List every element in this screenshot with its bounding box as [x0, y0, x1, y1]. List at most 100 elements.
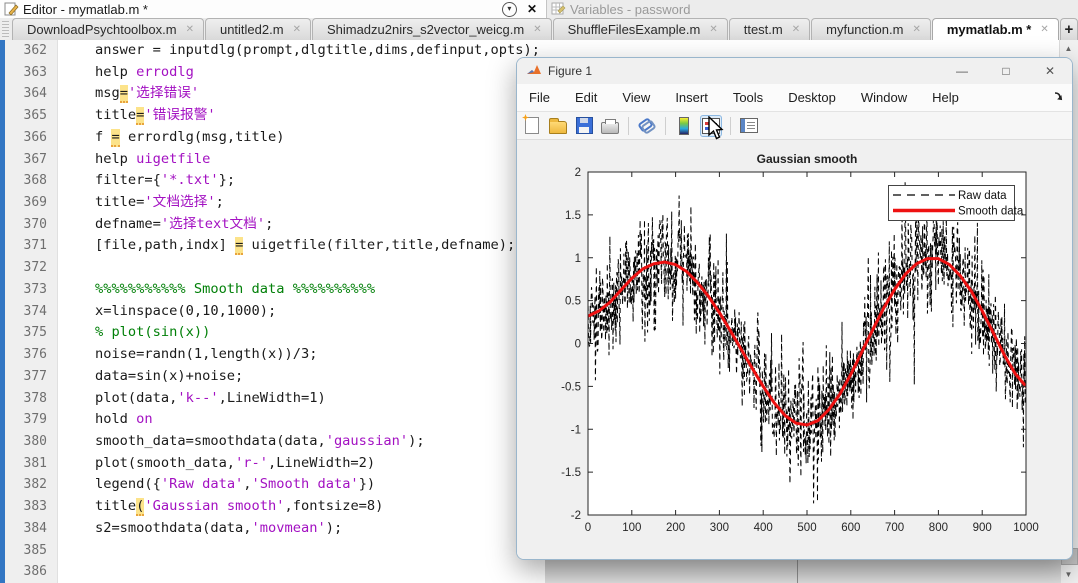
line-number[interactable]: 370 [5, 214, 57, 236]
line-number[interactable]: 366 [5, 127, 57, 149]
open-file-button[interactable] [548, 116, 568, 136]
tab-close-icon[interactable]: ✕ [293, 24, 301, 35]
new-figure-button[interactable] [522, 116, 542, 136]
line-number[interactable]: 385 [5, 540, 57, 562]
file-tab[interactable]: untitled2.m✕ [205, 18, 311, 40]
new-tab-button[interactable]: + [1060, 18, 1078, 40]
file-tab[interactable]: myfunction.m✕ [811, 18, 931, 40]
line-number[interactable]: 380 [5, 431, 57, 453]
menu-pullright-icon[interactable] [1054, 92, 1065, 102]
tab-label: ShuffleFilesExample.m [568, 22, 701, 37]
figure-window[interactable]: Figure 1 — □ ✕ File Edit View Insert Tools De… [516, 57, 1073, 560]
file-tab[interactable]: Shimadzu2nirs_s2vector_weicg.m ✕ [312, 18, 552, 40]
panel-strip-actions: ▾ ✕ [502, 2, 537, 17]
code-token: errordlg(msg,title) [120, 129, 285, 145]
tab-close-icon[interactable]: ✕ [792, 24, 800, 35]
svg-text:800: 800 [929, 522, 948, 534]
code-token: uigetfile [136, 151, 210, 167]
open-file-icon [549, 121, 567, 134]
line-number[interactable]: 381 [5, 453, 57, 475]
panel-close-icon[interactable]: ✕ [527, 2, 537, 16]
svg-text:200: 200 [666, 522, 685, 534]
svg-text:1: 1 [575, 253, 581, 265]
line-number[interactable]: 379 [5, 409, 57, 431]
tab-close-icon[interactable]: ✕ [709, 24, 717, 35]
code-token: hold [62, 411, 136, 427]
code-token: plot(smooth_data, [62, 455, 235, 471]
tab-close-icon[interactable]: ✕ [912, 24, 920, 35]
tab-close-icon[interactable]: ✕ [1040, 24, 1048, 35]
code-token: ,fontsize=8) [285, 498, 384, 514]
menu-window[interactable]: Window [861, 90, 907, 105]
link-plot-button[interactable] [637, 116, 657, 136]
mouse-cursor-icon [708, 116, 726, 142]
svg-text:Smooth data: Smooth data [958, 206, 1024, 218]
tab-close-icon[interactable]: ✕ [186, 24, 194, 35]
file-tab[interactable]: DownloadPsychtoolbox.m ✕ [12, 18, 204, 40]
figure-titlebar[interactable]: Figure 1 — □ ✕ [517, 58, 1072, 84]
line-number[interactable]: 367 [5, 149, 57, 171]
scrollbar-up-icon[interactable]: ▲ [1060, 40, 1077, 57]
line-number[interactable]: 386 [5, 561, 57, 583]
panel-menu-icon[interactable]: ▾ [502, 2, 517, 17]
minimize-button[interactable]: — [940, 58, 984, 84]
file-tab[interactable]: ttest.m✕ [729, 18, 810, 40]
figure-window-title: Figure 1 [548, 64, 592, 78]
property-inspector-button[interactable] [739, 116, 759, 136]
variables-panel-titlebar[interactable]: Variables - password [546, 0, 1078, 19]
code-token: '选择错误' [128, 85, 199, 101]
menu-desktop[interactable]: Desktop [788, 90, 836, 105]
menu-tools[interactable]: Tools [733, 90, 763, 105]
variables-panel-title: Variables - password [570, 2, 690, 17]
line-number[interactable]: 384 [5, 518, 57, 540]
code-token: errodlg [136, 64, 194, 80]
line-number[interactable]: 371 [5, 235, 57, 257]
editor-pencil-icon [4, 2, 19, 16]
tabbar-grip[interactable] [2, 21, 9, 39]
line-number[interactable]: 365 [5, 105, 57, 127]
menu-insert[interactable]: Insert [675, 90, 708, 105]
menu-edit[interactable]: Edit [575, 90, 597, 105]
close-button[interactable]: ✕ [1028, 58, 1072, 84]
line-number[interactable]: 378 [5, 388, 57, 410]
line-number[interactable]: 383 [5, 496, 57, 518]
file-tab[interactable]: mymatlab.m *✕ [932, 18, 1059, 40]
print-figure-button[interactable] [600, 116, 620, 136]
scrollbar-down-icon[interactable]: ▼ [1060, 566, 1077, 583]
line-number[interactable]: 369 [5, 192, 57, 214]
line-number[interactable]: 364 [5, 83, 57, 105]
line-number[interactable]: 372 [5, 257, 57, 279]
code-token: 'movmean' [252, 520, 326, 536]
code-token: ; [265, 216, 273, 232]
save-figure-button[interactable] [574, 116, 594, 136]
code-token: %%%%%%%%%%% Smooth data %%%%%%%%%% [62, 281, 375, 297]
line-number[interactable]: 362 [5, 40, 57, 62]
line-number-gutter[interactable]: 3623633643653663673683693703713723733743… [5, 40, 58, 583]
menu-help[interactable]: Help [932, 90, 959, 105]
code-token: ); [326, 520, 342, 536]
line-number[interactable]: 376 [5, 344, 57, 366]
file-tab[interactable]: ShuffleFilesExample.m ✕ [553, 18, 728, 40]
code-token: , [243, 476, 251, 492]
code-token: help [62, 151, 136, 167]
insert-colorbar-icon [679, 117, 689, 135]
line-number[interactable]: 373 [5, 279, 57, 301]
maximize-button[interactable]: □ [984, 58, 1028, 84]
insert-colorbar-button[interactable] [674, 116, 694, 136]
code-token: 'r-' [235, 455, 268, 471]
line-number[interactable]: 377 [5, 366, 57, 388]
code-token: on [136, 411, 152, 427]
line-number[interactable]: 382 [5, 474, 57, 496]
tab-label: Shimadzu2nirs_s2vector_weicg.m [327, 22, 524, 37]
code-token: '选择text文档' [161, 216, 265, 232]
menu-file[interactable]: File [529, 90, 550, 105]
line-number[interactable]: 375 [5, 322, 57, 344]
line-number[interactable]: 368 [5, 170, 57, 192]
menu-view[interactable]: View [622, 90, 650, 105]
panel-title-strip: Editor - mymatlab.m * ▾ ✕ Variables - pa… [0, 0, 1078, 18]
figure-canvas[interactable]: 01002003004005006007008009001000-2-1.5-1… [517, 140, 1072, 560]
line-number[interactable]: 374 [5, 301, 57, 323]
tab-label: DownloadPsychtoolbox.m [27, 22, 177, 37]
line-number[interactable]: 363 [5, 62, 57, 84]
tab-close-icon[interactable]: ✕ [533, 24, 541, 35]
